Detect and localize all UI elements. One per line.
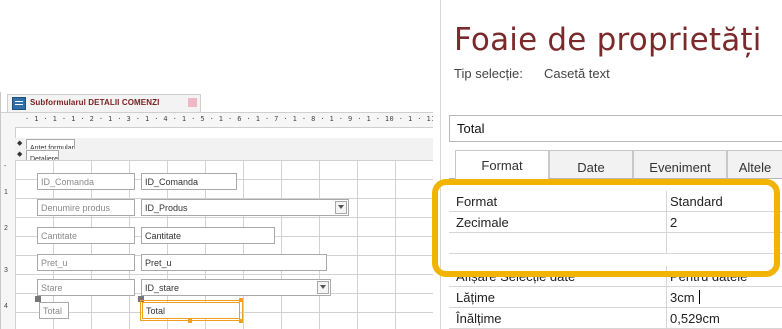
label-cantitate[interactable]: Cantitate: [37, 227, 135, 244]
tab-eveniment[interactable]: Eveniment: [633, 150, 727, 178]
form-icon: [12, 97, 26, 110]
tab-altele[interactable]: Altele: [727, 150, 782, 178]
vruler-tick: 4: [4, 303, 8, 310]
section-arrow-icon: ◆: [17, 151, 23, 158]
tab-date[interactable]: Date: [549, 150, 633, 178]
selection-type-label: Tip selecție:: [454, 66, 523, 81]
object-selector[interactable]: Total: [449, 115, 782, 142]
vruler-tick: 1: [4, 189, 8, 196]
close-icon[interactable]: [188, 98, 197, 107]
combo-id-produs[interactable]: ID_Produs: [141, 199, 349, 216]
document-tab[interactable]: Subformularul DETALII COMENZI: [7, 94, 201, 112]
object-selector-value: Total: [457, 121, 485, 136]
chevron-down-icon[interactable]: [335, 201, 347, 214]
form-designer: Subformularul DETALII COMENZI · 1 · 1 · …: [0, 92, 433, 329]
label-id-comanda[interactable]: ID_Comanda: [37, 173, 135, 190]
label-pret-u[interactable]: Pret_u: [37, 254, 135, 271]
section-arrow-icon: ◆: [17, 140, 23, 147]
horizontal-ruler: · 1 · 1 · 1 · 2 · 1 · 3 · 1 · 4 · 1 · 5 …: [1, 113, 433, 128]
property-tabs: Format Date Eveniment Altele: [449, 150, 782, 179]
textbox-id-comanda[interactable]: ID_Comanda: [141, 173, 237, 190]
property-row-latime[interactable]: Lățime 3cm: [449, 287, 782, 308]
property-sheet: Foaie de proprietăți Tip selecție: Caset…: [440, 0, 782, 329]
highlight-callout: [432, 179, 780, 277]
document-tab-bar: Subformularul DETALII COMENZI: [1, 92, 433, 113]
vruler-tick: -: [4, 163, 7, 170]
property-sheet-title: Foaie de proprietăți: [454, 22, 762, 58]
resize-handle[interactable]: [239, 298, 243, 302]
property-name: Înălțime: [456, 311, 502, 326]
combo-id-stare[interactable]: ID_stare: [141, 279, 331, 296]
selection-outline: [140, 300, 243, 321]
resize-handle[interactable]: [188, 319, 192, 323]
property-value: 0,529cm: [670, 311, 720, 326]
vruler-tick: 3: [4, 267, 8, 274]
document-tab-title: Subformularul DETALII COMENZI: [30, 98, 160, 107]
textbox-pret-u[interactable]: Pret_u: [141, 254, 327, 271]
tab-format[interactable]: Format: [455, 150, 549, 179]
vertical-ruler: - 1 2 3 4: [1, 127, 16, 329]
resize-handle[interactable]: [239, 319, 243, 323]
chevron-down-icon[interactable]: [317, 281, 329, 294]
vruler-tick: 2: [4, 225, 8, 232]
label-total[interactable]: Total: [39, 302, 69, 319]
text-cursor: [699, 290, 700, 304]
property-value-field[interactable]: 0,529cm: [666, 308, 782, 328]
property-value: 3cm: [670, 290, 695, 305]
textbox-cantitate[interactable]: Cantitate: [141, 227, 275, 244]
property-row-inaltime[interactable]: Înălțime 0,529cm: [449, 308, 782, 329]
property-value-field[interactable]: 3cm: [666, 287, 782, 307]
ruler-ticks: · 1 · 1 · 1 · 2 · 1 · 3 · 1 · 4 · 1 · 5 …: [25, 115, 433, 123]
selection-type-value: Casetă text: [544, 66, 610, 81]
label-stare[interactable]: Stare: [37, 279, 135, 296]
property-name: Lățime: [456, 290, 496, 305]
label-denumire-produs[interactable]: Denumire produs: [37, 199, 135, 216]
